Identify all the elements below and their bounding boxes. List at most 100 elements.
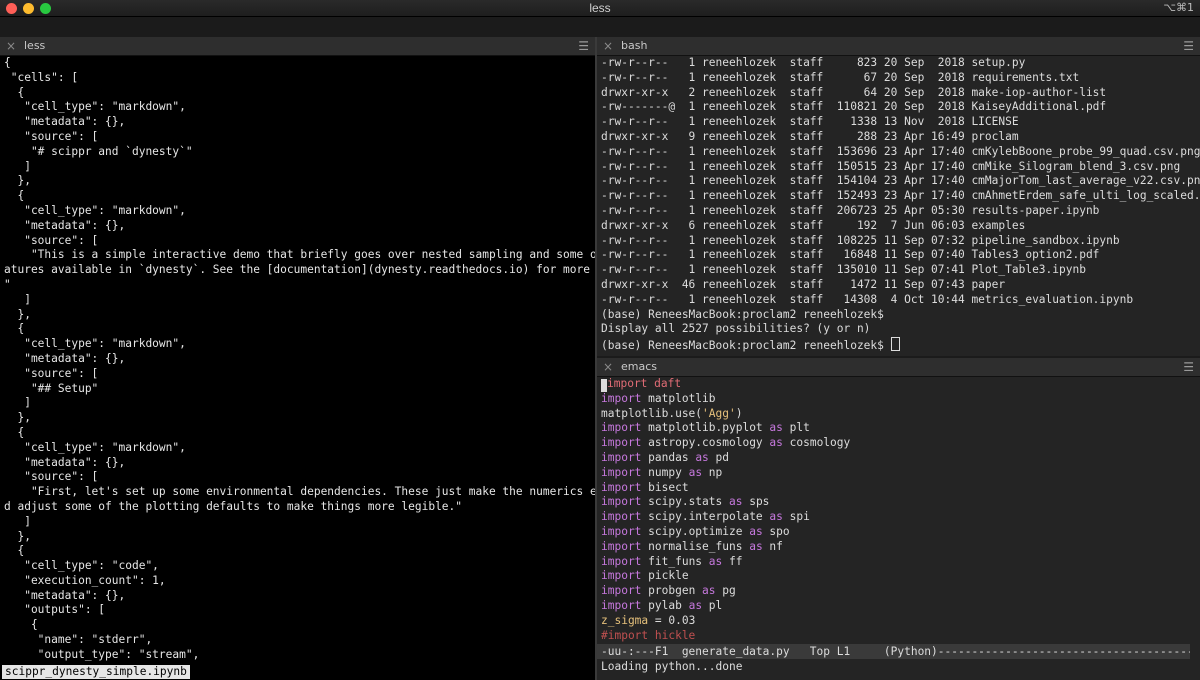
less-line: "First, let's set up some environmental … (4, 485, 595, 499)
code-token: spi (782, 510, 810, 524)
code-token: import (601, 510, 642, 524)
code-token: ff (722, 554, 743, 568)
code-token: as (695, 450, 709, 464)
less-line: "outputs": [ (4, 603, 106, 617)
code-token: import (601, 421, 642, 435)
code-token: nf (762, 539, 783, 553)
code-token: scipy.stats (641, 495, 729, 509)
code-line: import numpy as np (597, 466, 1200, 481)
code-line: import matplotlib (597, 392, 1200, 407)
code-line: import scipy.optimize as spo (597, 525, 1200, 540)
code-token: np (702, 465, 723, 479)
bash-line: -rw-r--r-- 1 reneehlozek staff 14308 4 O… (601, 292, 1134, 306)
less-line: ] (4, 159, 31, 173)
emacs-buffer[interactable]: ​import daftimport matplotlibmatplotlib.… (597, 377, 1200, 680)
less-line: "metadata": {}, (4, 351, 126, 365)
less-line: d adjust some of the plotting defaults t… (4, 499, 463, 513)
bash-prompt: (base) ReneesMacBook:proclam2 reneehloze… (601, 339, 891, 353)
code-token: import (601, 450, 642, 464)
code-line: z_sigma = 0.03 (597, 614, 1200, 629)
code-token: scipy.optimize (641, 524, 750, 538)
less-line: "metadata": {}, (4, 115, 126, 129)
hamburger-menu-icon[interactable]: ☰ (578, 37, 589, 55)
code-token: matplotlib (641, 391, 716, 405)
less-line: { (4, 189, 25, 203)
code-token: probgen (641, 584, 703, 598)
code-line: import fit_funs as ff (597, 555, 1200, 570)
bash-output[interactable]: -rw-r--r-- 1 reneehlozek staff 823 20 Se… (597, 56, 1200, 356)
less-line: { (4, 544, 25, 558)
code-token: as (769, 510, 783, 524)
code-token: as (769, 436, 783, 450)
less-line: "source": [ (4, 233, 99, 247)
code-token: sps (742, 495, 770, 509)
less-line: }, (4, 529, 31, 543)
less-line: }, (4, 411, 31, 425)
code-token: import (601, 480, 642, 494)
code-line: import scipy.stats as sps (597, 495, 1200, 510)
less-line: "name": "stderr", (4, 633, 153, 647)
code-line: import bisect (597, 481, 1200, 496)
code-token: import (601, 569, 642, 583)
less-line: "cell_type": "markdown", (4, 337, 186, 351)
less-line: "cells": [ (4, 70, 79, 84)
bash-line: -rw-------@ 1 reneehlozek staff 110821 2… (601, 100, 1107, 114)
title-bar: less ⌥⌘1 (0, 0, 1200, 17)
less-line: "cell_type": "markdown", (4, 100, 186, 114)
less-line: "metadata": {}, (4, 218, 126, 232)
less-filename-status: scippr_dynesty_simple.ipynb (2, 665, 190, 679)
less-line: "source": [ (4, 470, 99, 484)
bash-prompt-line[interactable]: (base) ReneesMacBook:proclam2 reneehloze… (597, 337, 1200, 352)
code-token: cosmology (782, 436, 851, 450)
less-line: "## Setup" (4, 381, 99, 395)
close-pane-icon[interactable]: × (603, 358, 613, 376)
code-token: as (769, 421, 783, 435)
close-pane-icon[interactable]: × (603, 37, 613, 55)
bash-line: drwxr-xr-x 2 reneehlozek staff 64 20 Sep… (601, 85, 1107, 99)
hamburger-menu-icon[interactable]: ☰ (1183, 37, 1194, 55)
bash-line: -rw-r--r-- 1 reneehlozek staff 150515 23… (601, 159, 1181, 173)
pane-header-less[interactable]: × less ☰ (0, 37, 595, 56)
hamburger-menu-icon[interactable]: ☰ (1183, 358, 1194, 376)
bash-line: -rw-r--r-- 1 reneehlozek staff 67 20 Sep… (601, 70, 1080, 84)
emacs-minibuffer[interactable]: Loading python...done (597, 659, 1200, 674)
code-token: import (601, 495, 642, 509)
less-line: "execution_count": 1, (4, 573, 166, 587)
code-token: matplotlib.use( (601, 406, 703, 420)
close-pane-icon[interactable]: × (6, 37, 16, 55)
less-line: "cell_type": "markdown", (4, 440, 186, 454)
code-token: pl (702, 598, 723, 612)
code-token: import (607, 377, 648, 390)
window-title: less (589, 1, 611, 15)
code-line: import scipy.interpolate as spi (597, 510, 1200, 525)
code-token: 'Agg' (702, 406, 736, 420)
code-token: as (708, 554, 723, 568)
less-line: atures available in `dynesty`. See the [… (4, 263, 595, 277)
code-token: normalise_funs (641, 539, 750, 553)
pane-header-bash[interactable]: × bash ☰ (597, 37, 1200, 56)
less-output[interactable]: { "cells": [ { "cell_type": "markdown", … (0, 56, 595, 680)
less-line: "metadata": {}, (4, 455, 126, 469)
code-token: = 0.03 (648, 613, 696, 627)
code-token: fit_funs (641, 554, 709, 568)
bash-line: drwxr-xr-x 46 reneehlozek staff 1472 11 … (601, 277, 1006, 291)
less-line: "source": [ (4, 366, 99, 380)
pane-title: less (24, 39, 46, 52)
code-line: import normalise_funs as nf (597, 540, 1200, 555)
code-line: ​import daft (597, 377, 1200, 392)
code-token: import (601, 598, 642, 612)
code-token: pickle (641, 569, 689, 583)
code-token: import (601, 391, 642, 405)
code-token: ) (735, 406, 743, 420)
less-line: { (4, 85, 25, 99)
code-token: daft (647, 377, 682, 390)
code-line: import pickle (597, 569, 1200, 584)
code-token: as (749, 539, 763, 553)
less-line: { (4, 56, 11, 69)
code-token: import (601, 539, 642, 553)
pane-header-emacs[interactable]: × emacs ☰ (597, 358, 1200, 377)
code-token: scipy.interpolate (641, 510, 770, 524)
code-token: as (749, 524, 763, 538)
less-line: { (4, 425, 25, 439)
code-token: numpy (641, 465, 689, 479)
